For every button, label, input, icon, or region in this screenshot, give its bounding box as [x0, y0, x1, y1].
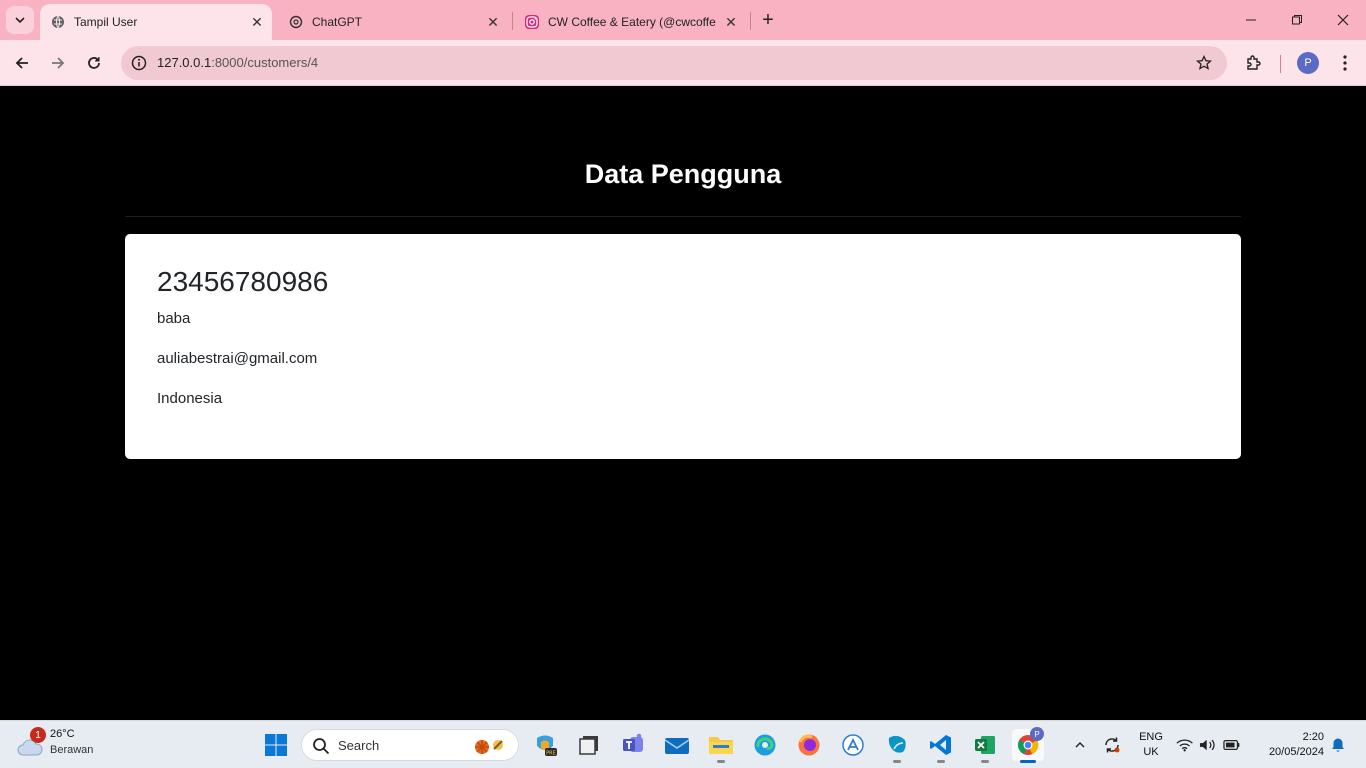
- running-indicator: [937, 760, 945, 763]
- keyboard-layout: UK: [1143, 746, 1159, 758]
- edge-browser-icon[interactable]: [749, 729, 781, 761]
- extensions-puzzle-icon[interactable]: [1243, 52, 1265, 74]
- excel-icon[interactable]: [969, 729, 1001, 763]
- show-hidden-icons-button[interactable]: [1070, 733, 1090, 757]
- battery-icon: [1222, 740, 1240, 750]
- active-indicator: [1020, 760, 1036, 763]
- language-code: ENG: [1139, 731, 1163, 743]
- toolbar-divider: [1280, 55, 1281, 73]
- weather-desc: Berawan: [50, 744, 94, 756]
- url-host: 127.0.0.1: [157, 55, 212, 70]
- site-info-icon[interactable]: [129, 53, 149, 73]
- address-bar[interactable]: 127.0.0.1:8000/customers/4: [121, 46, 1227, 80]
- chrome-icon[interactable]: P: [1012, 727, 1044, 763]
- profile-avatar[interactable]: P: [1297, 52, 1319, 74]
- quick-settings-button[interactable]: [1176, 733, 1240, 757]
- browser-tab-strip: Tampil User ✕ ChatGPT ✕ CW Coffee & Eate…: [0, 0, 1366, 40]
- minimize-icon: [1246, 19, 1256, 21]
- customer-id: 23456780986: [157, 266, 329, 297]
- page-content: Data Pengguna 23456780986 baba auliabest…: [0, 87, 1366, 720]
- teams-app-icon[interactable]: [617, 729, 649, 761]
- vscode-icon[interactable]: [925, 729, 957, 763]
- close-tab-icon[interactable]: ✕: [720, 11, 742, 33]
- customer-name: baba: [157, 310, 191, 327]
- wifi-icon: [1176, 739, 1193, 752]
- running-indicator: [981, 760, 989, 763]
- chevron-up-icon: [1075, 742, 1085, 748]
- kebab-menu-icon[interactable]: [1334, 52, 1356, 74]
- notification-badge: 1: [30, 727, 46, 743]
- tab-cw-coffee[interactable]: CW Coffee & Eatery (@cwcoffe ✕: [514, 4, 746, 40]
- tab-title: Tampil User: [74, 15, 138, 29]
- customer-country: Indonesia: [157, 390, 223, 407]
- task-view-icon[interactable]: [573, 729, 605, 761]
- file-explorer-icon[interactable]: [705, 729, 737, 763]
- reload-icon: [88, 57, 100, 69]
- firefox-icon[interactable]: [793, 729, 825, 761]
- tab-title: ChatGPT: [312, 15, 363, 29]
- weather-temp: 26°C: [50, 728, 75, 740]
- tab-chatgpt[interactable]: ChatGPT ✕: [278, 4, 508, 40]
- close-tab-icon[interactable]: ✕: [246, 11, 268, 33]
- close-tab-icon[interactable]: ✕: [482, 11, 504, 33]
- tab-divider: [512, 12, 513, 30]
- minimize-button[interactable]: [1228, 0, 1274, 40]
- url-path: :8000/customers/4: [211, 55, 319, 70]
- globe-icon: [50, 14, 66, 30]
- tab-title: CW Coffee & Eatery (@cwcoffe: [548, 15, 716, 29]
- mail-app-icon[interactable]: [661, 729, 693, 761]
- tab-search-button[interactable]: [6, 6, 34, 34]
- app-store-icon[interactable]: [837, 729, 869, 761]
- search-label: Search: [338, 738, 380, 753]
- bookmark-star-icon[interactable]: [1193, 52, 1215, 74]
- bell-icon: [1332, 738, 1344, 752]
- notifications-button[interactable]: [1328, 733, 1348, 757]
- reload-button[interactable]: [79, 48, 109, 78]
- chatgpt-logo-icon: [288, 14, 304, 30]
- url-text: 127.0.0.1:8000/customers/4: [157, 55, 318, 70]
- tab-divider: [750, 12, 751, 30]
- taskbar-search[interactable]: Search: [301, 729, 519, 761]
- chevron-down-icon: [15, 17, 25, 24]
- running-indicator: [717, 760, 725, 763]
- search-icon: [313, 738, 330, 755]
- clock-time: 2:20: [1302, 731, 1324, 743]
- restore-button[interactable]: [1274, 0, 1320, 40]
- page-title: Data Pengguna: [584, 159, 782, 189]
- close-window-button[interactable]: [1320, 0, 1366, 40]
- mysql-workbench-icon[interactable]: [881, 729, 913, 763]
- close-icon: [1337, 14, 1349, 26]
- system-clock[interactable]: 2:20 20/05/2024: [1258, 730, 1324, 760]
- customer-email: auliabestrai@gmail.com: [157, 350, 318, 367]
- chrome-profile-badge: P: [1030, 727, 1044, 741]
- weather-widget[interactable]: 1 26°C Berawan: [16, 727, 126, 765]
- language-indicator[interactable]: ENG UK: [1136, 730, 1166, 760]
- tab-tampil-user[interactable]: Tampil User ✕: [40, 4, 272, 40]
- instagram-icon: [524, 14, 540, 30]
- windows-logo-icon: [265, 734, 287, 756]
- sync-icon: [1105, 737, 1120, 753]
- divider: [125, 216, 1241, 217]
- volume-icon: [1200, 739, 1215, 751]
- search-highlight-icon: [475, 740, 503, 754]
- browser-toolbar: 127.0.0.1:8000/customers/4 P: [0, 40, 1366, 86]
- svg-text:PRE: PRE: [546, 751, 556, 757]
- arrow-left-icon: [15, 57, 28, 69]
- start-button[interactable]: [260, 729, 292, 761]
- running-indicator: [893, 760, 901, 763]
- arrow-right-icon: [52, 57, 65, 69]
- back-button[interactable]: [7, 48, 37, 78]
- restore-icon: [1292, 15, 1302, 25]
- new-tab-button[interactable]: +: [756, 8, 780, 32]
- forward-button[interactable]: [43, 48, 73, 78]
- copilot-app-icon[interactable]: PRE: [529, 729, 561, 761]
- sync-tray-icon[interactable]: [1100, 733, 1124, 757]
- customer-card: 23456780986 baba auliabestrai@gmail.com …: [125, 234, 1241, 459]
- clock-date: 20/05/2024: [1268, 746, 1324, 758]
- taskbar: 1 26°C Berawan Search PRE P ENG UK 2:20 …: [0, 720, 1366, 768]
